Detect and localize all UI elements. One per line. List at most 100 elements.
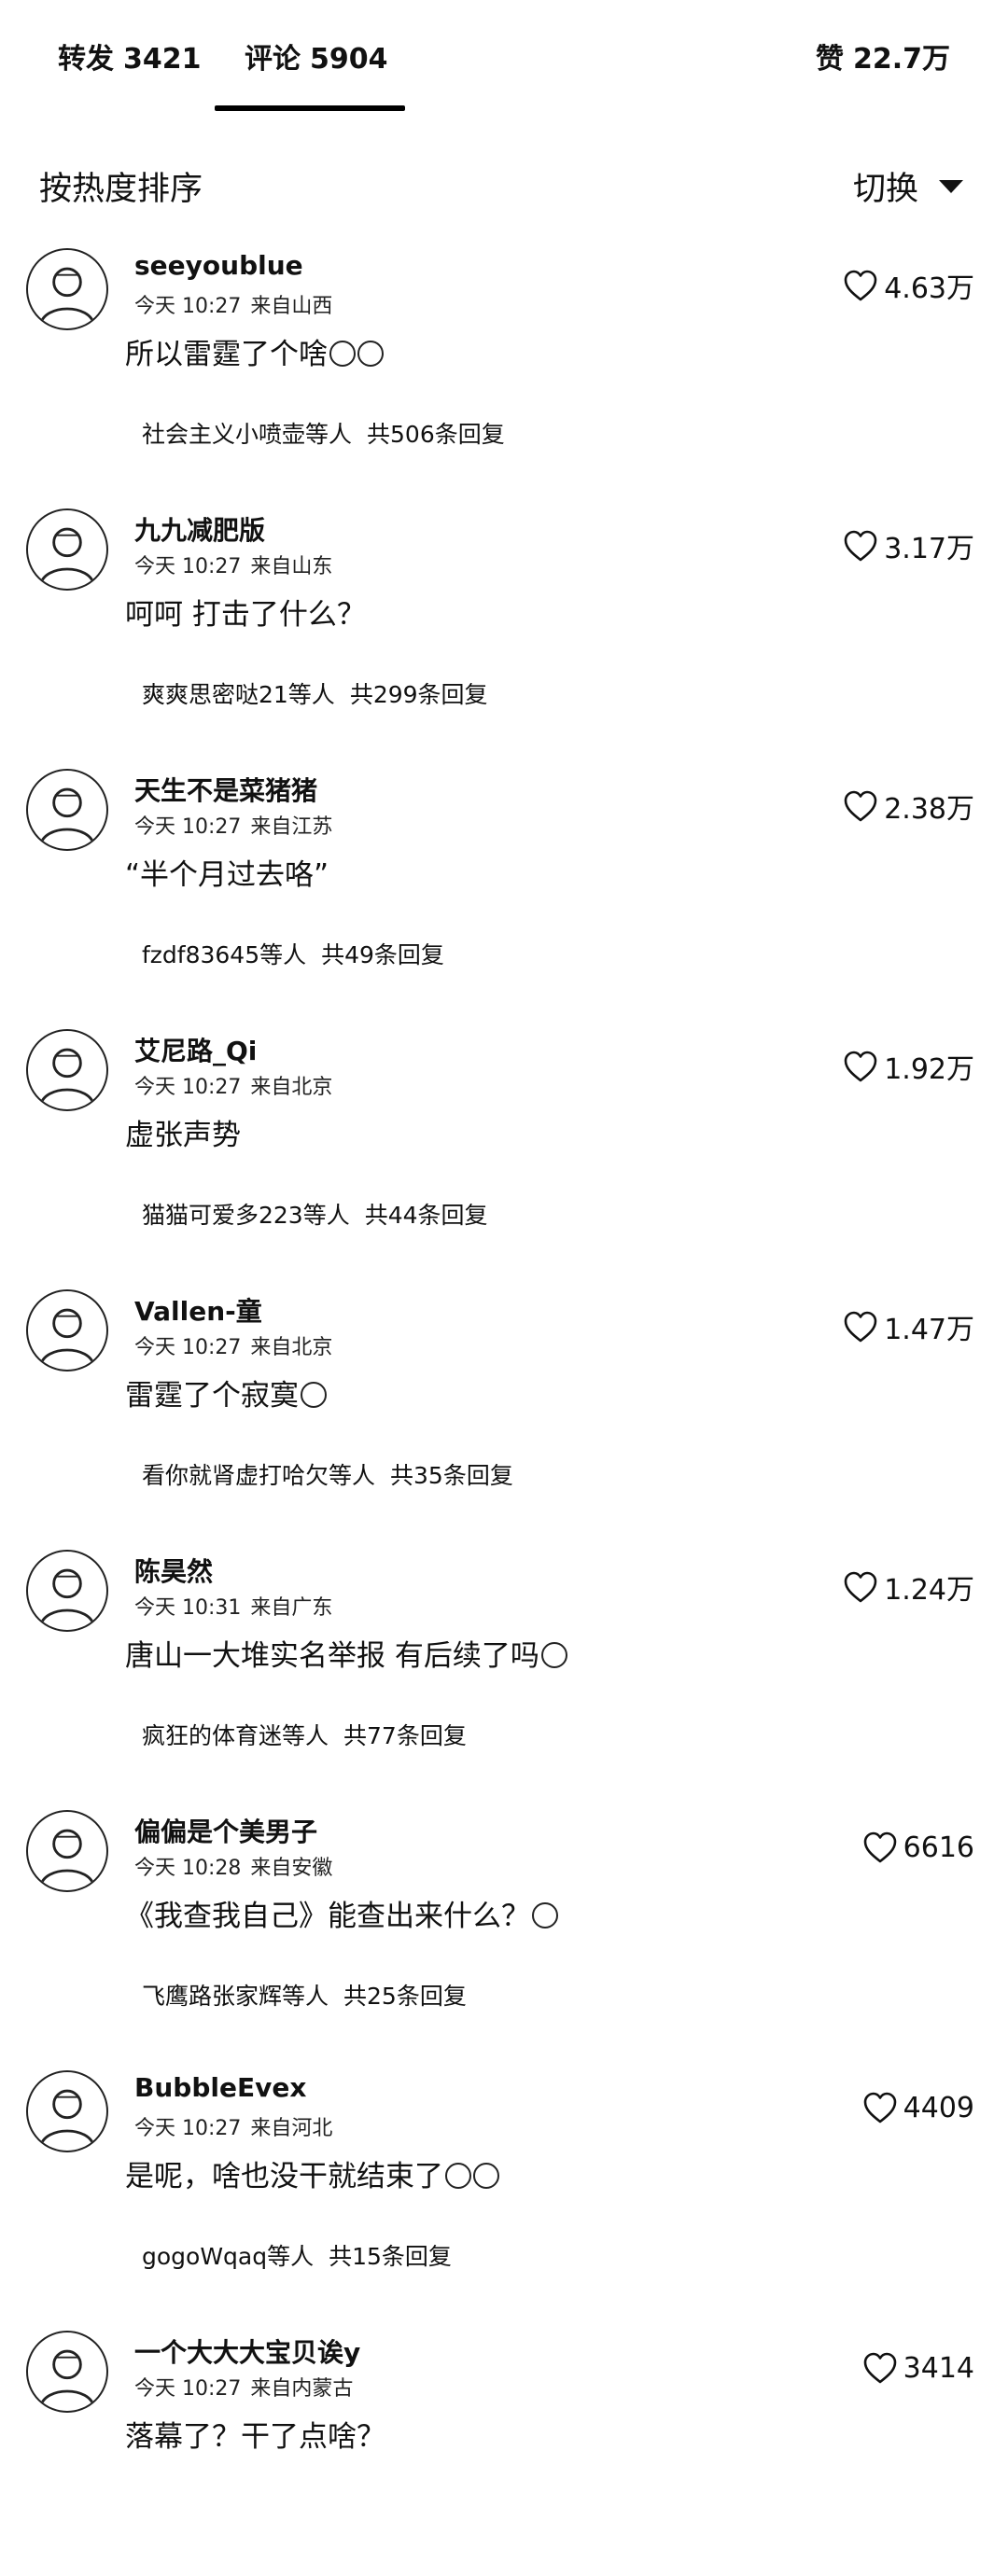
- replies-link[interactable]: 猫猫可爱多223等人 共44条回复: [142, 1197, 488, 1231]
- reply-users: 社会主义小喷壶等人: [142, 421, 353, 448]
- heart-icon: [863, 2092, 896, 2123]
- comment-item: 艾尼路_Qi 今天 10:27 来自北京 虚张声势 猫猫可爱多223等人 共44条回…: [0, 1014, 1008, 1274]
- reply-users: fzdf83645等人: [142, 941, 307, 968]
- comment-time: 今天 10:27: [134, 815, 242, 839]
- heart-icon: [863, 2352, 896, 2384]
- username[interactable]: 艾尼路_Qi: [134, 1031, 257, 1068]
- replies-link[interactable]: gogoWqaq等人 共15条回复: [142, 2238, 452, 2272]
- sort-switch-button[interactable]: 切换: [853, 162, 963, 210]
- avatar-image: [38, 1568, 96, 1627]
- comment-location: 来自广东: [250, 1596, 333, 1620]
- sort-bar: 按热度排序 切换: [0, 149, 1008, 224]
- comment-meta: 今天 10:27 来自河北: [134, 2111, 332, 2141]
- tab-likes-count: 22.7万: [852, 43, 950, 76]
- reply-total: 共25条回复: [343, 1983, 467, 2010]
- avatar[interactable]: [26, 1550, 108, 1632]
- tab-reposts-label: 转发: [58, 43, 114, 76]
- comment-location: 来自山西: [250, 295, 333, 318]
- replies-link[interactable]: 看你就肾虚打哈欠等人 共35条回复: [142, 1457, 513, 1491]
- username[interactable]: BubbleEvex: [134, 2072, 306, 2103]
- username[interactable]: 天生不是菜猪猪: [134, 771, 317, 808]
- comment-list: seeyoublue 今天 10:27 来自山西 所以雷霆了个啥 社会主义小喷壶等…: [0, 233, 1008, 2576]
- like-button[interactable]: 1.47万: [843, 1308, 974, 1346]
- sort-switch-label: 切换: [852, 171, 918, 208]
- heart-icon: [844, 1571, 877, 1603]
- comment-text-content: 落幕了？干了点啥？: [125, 2420, 385, 2454]
- reply-users: 猫猫可爱多223等人: [142, 1202, 350, 1229]
- like-button[interactable]: 3.17万: [843, 527, 974, 565]
- like-button[interactable]: 1.92万: [843, 1048, 974, 1086]
- emoji-icon: [445, 2162, 471, 2189]
- username[interactable]: 九九减肥版: [134, 510, 265, 548]
- avatar[interactable]: [26, 769, 108, 851]
- reply-total: 共35条回复: [390, 1462, 513, 1489]
- comment-time: 今天 10:27: [134, 2117, 242, 2140]
- comment-text: “半个月过去咯”: [125, 851, 329, 893]
- comment-meta: 今天 10:31 来自广东: [134, 1591, 332, 1621]
- username[interactable]: 偏偏是个美男子: [134, 1812, 317, 1849]
- like-button[interactable]: 6616: [862, 1829, 974, 1866]
- replies-link[interactable]: 飞鹰路张家辉等人 共25条回复: [142, 1978, 467, 2012]
- comment-time: 今天 10:28: [134, 1857, 242, 1880]
- tab-comments[interactable]: 评论 5904: [245, 35, 388, 77]
- comment-time: 今天 10:27: [134, 295, 242, 318]
- tab-likes[interactable]: 赞 22.7万: [816, 35, 950, 77]
- username[interactable]: 一个大大大宝贝诶y: [134, 2332, 360, 2370]
- replies-link[interactable]: 社会主义小喷壶等人 共506条回复: [142, 416, 505, 450]
- username[interactable]: 陈昊然: [134, 1552, 213, 1589]
- username[interactable]: Vallen-童: [134, 1291, 262, 1329]
- comment-text-content: 《我查我自己》能查出来什么？: [125, 1900, 530, 1933]
- like-count: 3414: [903, 2351, 974, 2385]
- comment-text-content: 雷霆了个寂寞: [125, 1379, 299, 1413]
- replies-link[interactable]: fzdf83645等人 共49条回复: [142, 937, 444, 970]
- avatar[interactable]: [26, 508, 108, 591]
- like-count: 1.47万: [884, 1314, 974, 1346]
- heart-icon: [844, 790, 877, 822]
- comment-item: seeyoublue 今天 10:27 来自山西 所以雷霆了个啥 社会主义小喷壶等…: [0, 233, 1008, 494]
- reply-total: 共77条回复: [343, 1722, 467, 1749]
- like-button[interactable]: 3414: [862, 2349, 974, 2387]
- emoji-icon: [540, 1641, 567, 1668]
- active-tab-indicator: [215, 105, 405, 111]
- comment-time: 今天 10:27: [134, 2377, 242, 2401]
- like-count: 1.92万: [884, 1053, 974, 1086]
- reply-users: 看你就肾虚打哈欠等人: [142, 1462, 376, 1489]
- replies-link[interactable]: 爽爽思密哒21等人 共299条回复: [142, 676, 488, 710]
- like-count: 3.17万: [884, 533, 974, 565]
- like-button[interactable]: 4.63万: [843, 267, 974, 305]
- avatar[interactable]: [26, 1289, 108, 1372]
- heart-icon: [844, 1311, 877, 1343]
- tab-reposts[interactable]: 转发 3421: [58, 35, 202, 77]
- comment-location: 来自河北: [250, 2117, 333, 2140]
- tab-comments-count: 5904: [310, 43, 388, 76]
- comment-meta: 今天 10:27 来自北京: [134, 1330, 332, 1360]
- comment-text: 虚张声势: [125, 1111, 241, 1153]
- avatar-image: [38, 267, 96, 326]
- comment-item: Vallen-童 今天 10:27 来自北京 雷霆了个寂寞 看你就肾虚打哈欠等人共…: [0, 1274, 1008, 1535]
- avatar-image: [38, 2089, 96, 2148]
- avatar-image: [38, 1048, 96, 1107]
- avatar-image: [38, 787, 96, 846]
- heart-icon: [844, 270, 877, 301]
- like-button[interactable]: 2.38万: [843, 787, 974, 826]
- comment-meta: 今天 10:27 来自江苏: [134, 810, 332, 840]
- reply-users: 爽爽思密哒21等人: [142, 681, 335, 708]
- avatar[interactable]: [26, 2331, 108, 2413]
- avatar[interactable]: [26, 1810, 108, 1892]
- emoji-icon: [532, 1901, 558, 1929]
- comment-location: 来自山东: [250, 555, 333, 578]
- avatar[interactable]: [26, 1029, 108, 1111]
- like-button[interactable]: 1.24万: [843, 1568, 974, 1607]
- avatar[interactable]: [26, 248, 108, 330]
- comment-location: 来自北京: [250, 1336, 333, 1359]
- avatar[interactable]: [26, 2070, 108, 2152]
- replies-link[interactable]: 疯狂的体育迷等人 共77条回复: [142, 1718, 467, 1751]
- tab-likes-label: 赞: [815, 43, 844, 76]
- comment-text-content: 所以雷霆了个啥: [125, 338, 328, 371]
- comment-text: 落幕了？干了点啥？: [125, 2413, 385, 2455]
- comment-meta: 今天 10:27 来自内蒙古: [134, 2372, 353, 2402]
- comment-tabs: 转发 3421 评论 5904 赞 22.7万: [0, 0, 1008, 112]
- like-count: 1.24万: [884, 1574, 974, 1607]
- username[interactable]: seeyoublue: [134, 250, 303, 281]
- like-button[interactable]: 4409: [862, 2089, 974, 2126]
